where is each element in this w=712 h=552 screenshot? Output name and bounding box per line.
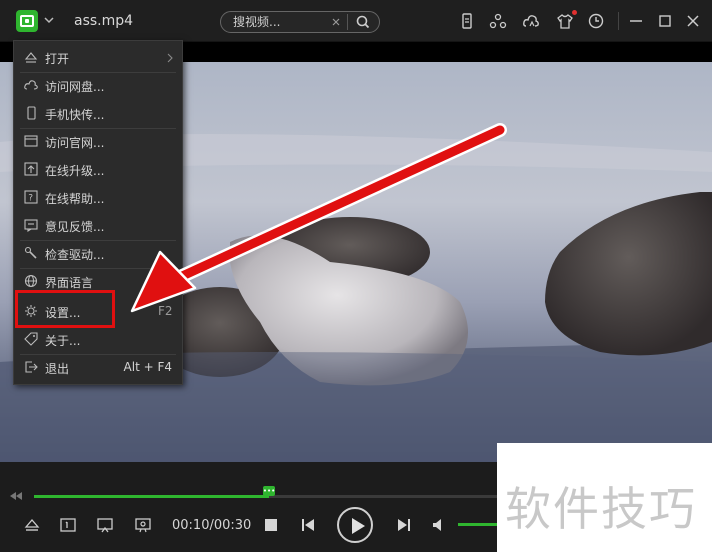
exit-icon — [24, 360, 38, 374]
watermark: 软件技巧 — [497, 443, 712, 552]
driver-icon — [24, 246, 38, 260]
phone-icon[interactable] — [458, 12, 476, 30]
menu-item-feedback[interactable]: 意见反馈... — [14, 211, 182, 239]
search-icon[interactable] — [354, 14, 372, 30]
menu-item-label: 意见反馈... — [45, 220, 105, 234]
cloud-sync-icon[interactable] — [489, 12, 507, 30]
maximize-icon[interactable] — [656, 12, 674, 30]
cloud-icon[interactable] — [522, 12, 540, 30]
play-button[interactable] — [337, 507, 373, 543]
search-input[interactable] — [233, 14, 323, 30]
progress-knob[interactable]: ••• — [263, 486, 275, 496]
menu-item-phone-transfer[interactable]: 手机快传... — [14, 99, 182, 127]
minimize-icon[interactable] — [627, 12, 645, 30]
screen-cast-icon[interactable] — [96, 516, 114, 534]
knob-dots: ••• — [262, 486, 276, 495]
menu-item-label: 在线帮助... — [45, 192, 105, 206]
main-menu: 打开 访问网盘... 手机快传... 访问官网... 在线升级... ? 在线帮… — [13, 40, 183, 385]
chevron-down-icon[interactable] — [42, 13, 56, 27]
watermark-text: 软件技巧 — [505, 482, 697, 536]
menu-item-website[interactable]: 访问官网... — [14, 127, 182, 155]
menu-item-help[interactable]: ? 在线帮助... — [14, 183, 182, 211]
menu-item-label: 在线升级... — [45, 164, 105, 178]
menu-item-about[interactable]: 关于... — [14, 325, 182, 353]
notification-dot — [572, 10, 577, 15]
menu-item-check-driver[interactable]: 检查驱动... — [14, 239, 182, 267]
chevron-right-icon — [166, 52, 174, 63]
annotation-highlight-box — [15, 290, 115, 328]
stop-icon[interactable] — [262, 516, 280, 534]
tag-icon — [24, 332, 38, 346]
rewind-icon[interactable] — [8, 490, 24, 502]
menu-item-label: 关于... — [45, 334, 81, 348]
close-icon[interactable] — [684, 12, 702, 30]
menu-item-cloud-disk[interactable]: 访问网盘... — [14, 71, 182, 99]
globe-icon — [24, 274, 38, 288]
progress-bar[interactable]: ••• — [34, 486, 504, 498]
help-icon: ? — [24, 190, 38, 204]
volume-icon[interactable] — [431, 516, 449, 534]
menu-item-label: 界面语言 — [45, 276, 94, 290]
divider — [347, 14, 348, 30]
play-icon — [352, 518, 365, 534]
app-logo-icon[interactable] — [16, 10, 38, 32]
file-title: ass.mp4 — [74, 13, 134, 29]
phone-icon — [24, 106, 38, 120]
menu-item-label: 检查驱动... — [45, 248, 105, 262]
progress-fill — [34, 495, 269, 498]
clock-icon[interactable] — [587, 12, 605, 30]
svg-text:?: ? — [28, 194, 33, 204]
menu-item-shortcut: Alt + F4 — [123, 360, 172, 374]
playlist-icon[interactable] — [59, 516, 77, 534]
next-icon[interactable] — [395, 516, 413, 534]
menu-item-label: 访问网盘... — [45, 80, 105, 94]
menu-item-label: 退出 — [45, 362, 70, 376]
menu-item-label: 打开 — [45, 52, 70, 66]
screenshot-icon[interactable] — [134, 516, 152, 534]
search-box[interactable] — [220, 11, 380, 33]
eject-icon[interactable] — [23, 516, 41, 534]
close-icon[interactable] — [329, 15, 343, 29]
divider — [618, 12, 619, 30]
menu-item-label: 访问官网... — [45, 136, 105, 150]
menu-item-label: 手机快传... — [45, 108, 105, 122]
tshirt-skin-icon[interactable] — [556, 12, 574, 30]
upgrade-icon — [24, 162, 38, 176]
menu-item-open[interactable]: 打开 — [14, 43, 182, 71]
previous-icon[interactable] — [299, 516, 317, 534]
feedback-icon — [24, 218, 38, 233]
browser-icon — [24, 134, 38, 148]
settings-shortcut: F2 — [158, 304, 173, 318]
cloud-icon — [24, 78, 38, 92]
menu-item-exit[interactable]: 退出 Alt + F4 — [14, 353, 182, 381]
time-display: 00:10/00:30 — [172, 518, 252, 533]
menu-item-upgrade[interactable]: 在线升级... — [14, 155, 182, 183]
title-bar: ass.mp4 — [0, 0, 712, 42]
eject-icon — [24, 50, 38, 64]
